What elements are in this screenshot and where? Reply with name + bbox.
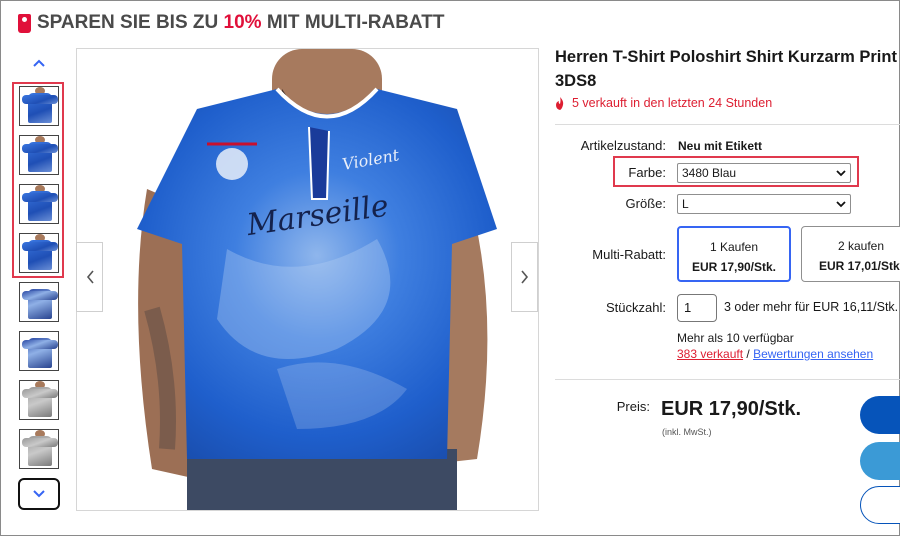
fire-icon: [556, 96, 564, 110]
reviews-link[interactable]: Bewertungen ansehen: [753, 347, 873, 361]
watchlist-button[interactable]: [860, 486, 900, 524]
divider-price: [555, 379, 900, 380]
quantity-discount-note: 3 oder mehr für EUR 16,11/Stk.: [724, 300, 899, 314]
add-to-cart-button[interactable]: [860, 442, 900, 480]
chevron-down-icon: [33, 490, 45, 498]
product-title-line1: Herren T-Shirt Poloshirt Shirt Kurzarm P…: [555, 48, 897, 66]
thumbnail-4[interactable]: [19, 233, 59, 273]
recent-sales-notice: 5 verkauft in den letzten 24 Stunden: [555, 96, 772, 110]
thumbnails-down-button[interactable]: [18, 478, 60, 510]
multi-option-2[interactable]: 2 kaufen EUR 17,01/Stk.: [801, 226, 900, 282]
condition-value: Neu mit Etikett: [678, 139, 763, 153]
thumbnail-3[interactable]: [19, 184, 59, 224]
size-select[interactable]: L: [677, 194, 851, 214]
recent-sales-text: 5 verkauft in den letzten 24 Stunden: [572, 96, 773, 110]
thumbnail-5[interactable]: [19, 282, 59, 322]
banner-suffix: MIT MULTI-RABATT: [261, 12, 445, 33]
multi-discount-label: Multi-Rabatt:: [592, 247, 666, 262]
thumbnail-7[interactable]: [19, 380, 59, 420]
banner-percent: 10%: [223, 12, 262, 33]
multi-option-1[interactable]: 1 Kaufen EUR 17,90/Stk.: [677, 226, 791, 282]
multi-option-2-price: EUR 17,01/Stk.: [818, 259, 900, 273]
tshirt-photo: Marseille Violent: [137, 49, 497, 510]
next-image-button[interactable]: [511, 242, 538, 312]
chevron-left-icon: [86, 270, 94, 284]
size-label: Größe:: [625, 196, 666, 211]
previous-image-button[interactable]: [76, 242, 103, 312]
chevron-up-icon: [33, 59, 45, 67]
multi-option-2-qty: 2 kaufen: [837, 239, 885, 253]
multi-option-1-qty: 1 Kaufen: [709, 240, 759, 254]
thumbnail-8[interactable]: [19, 429, 59, 469]
tax-note: (inkl. MwSt.): [662, 427, 712, 437]
sold-count-link[interactable]: 383 verkauft: [677, 347, 743, 361]
price-tag-icon: [18, 13, 31, 33]
thumbnails-up-button[interactable]: [18, 48, 60, 78]
condition-label: Artikelzustand:: [580, 138, 666, 153]
chevron-right-icon: [520, 270, 528, 284]
product-title-line2: 3DS8: [555, 72, 597, 90]
buy-now-button[interactable]: [860, 396, 900, 434]
price-label: Preis:: [616, 399, 650, 414]
links-separator: /: [743, 347, 754, 361]
multi-discount-banner: SPAREN SIE BIS ZU 10% MIT MULTI-RABATT: [18, 10, 444, 36]
price-value: EUR 17,90/Stk.: [661, 398, 802, 420]
multi-option-1-price: EUR 17,90/Stk.: [691, 260, 777, 274]
quantity-label: Stückzahl:: [606, 300, 666, 315]
thumbnail-2[interactable]: [19, 135, 59, 175]
main-product-image[interactable]: Marseille Violent: [76, 48, 539, 511]
thumbnail-6[interactable]: [19, 331, 59, 371]
size-select-value: L: [682, 197, 689, 211]
color-highlight-box: [613, 156, 859, 187]
sales-links: 383 verkauft / Bewertungen ansehen: [677, 347, 873, 361]
banner-prefix: SPAREN SIE BIS ZU: [37, 12, 224, 33]
divider-top: [555, 124, 900, 125]
product-title: Herren T-Shirt Poloshirt Shirt Kurzarm P…: [555, 45, 900, 93]
availability-text: Mehr als 10 verfügbar: [677, 331, 794, 345]
thumbnail-1[interactable]: [19, 86, 59, 126]
chevron-down-icon: [836, 200, 846, 207]
quantity-input[interactable]: 1: [677, 294, 717, 322]
